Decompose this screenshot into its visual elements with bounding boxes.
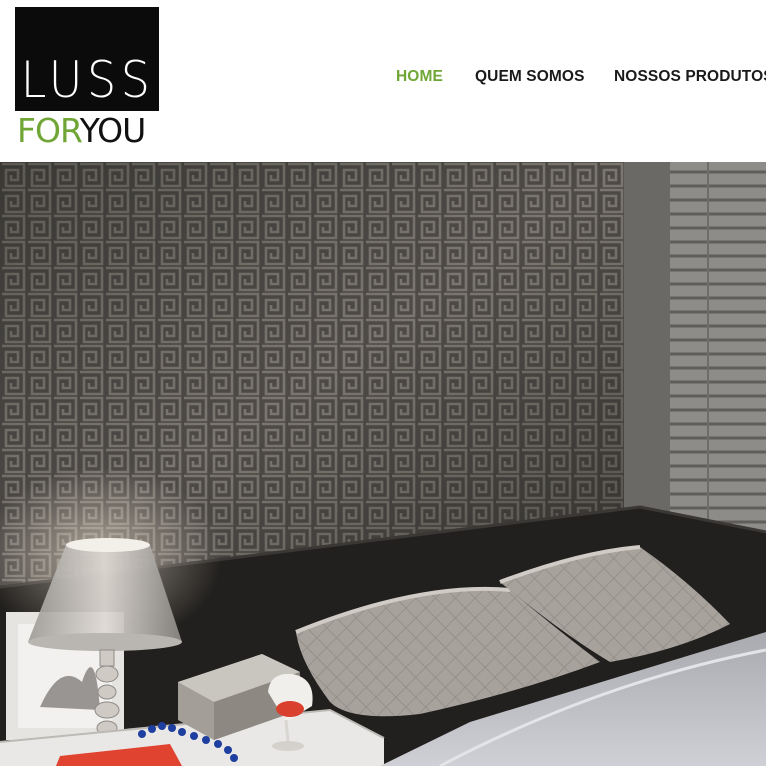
hero-banner — [0, 162, 766, 766]
logo-for-text: FOR — [17, 111, 81, 150]
nav-item-quem-somos[interactable]: QUEM SOMOS — [475, 66, 585, 88]
nav-item-home[interactable]: HOME — [396, 66, 443, 88]
site-logo[interactable]: LUSS FORYOU — [15, 7, 159, 149]
bedroom-photo — [0, 162, 766, 766]
site-header: LUSS FORYOU HOME QUEM SOMOS NOSSOS PRODU… — [0, 0, 766, 162]
logo-main-text: LUSS — [20, 51, 155, 109]
logo-sub-text: FORYOU — [17, 111, 146, 150]
logo-you-text: YOU — [79, 111, 146, 150]
nav-item-nossos-produtos[interactable]: NOSSOS PRODUTOS — [614, 66, 766, 88]
logo-black-box: LUSS — [15, 7, 159, 111]
